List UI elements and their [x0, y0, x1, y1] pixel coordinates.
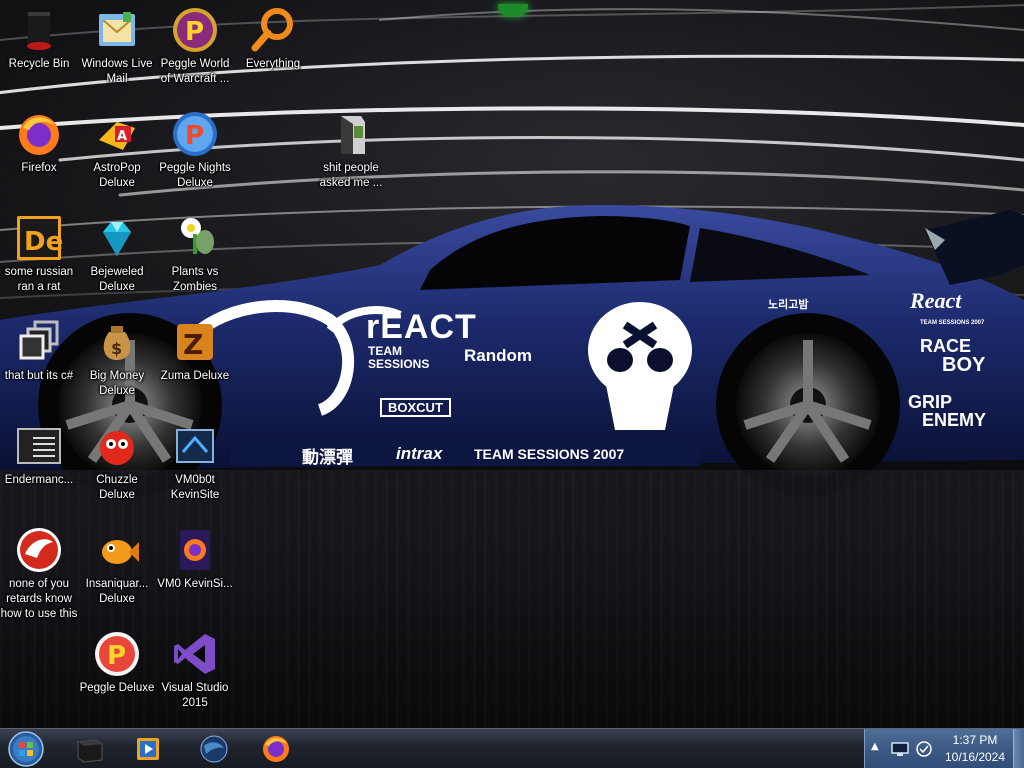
decal-react-rear: React	[910, 288, 962, 313]
svg-text:A: A	[117, 129, 127, 144]
desktop-icon-bejeweled-deluxe[interactable]: Bejeweled Deluxe	[78, 210, 156, 295]
peggle-icon: P	[173, 8, 217, 52]
desktop-icon-chuzzle-deluxe[interactable]: Chuzzle Deluxe	[78, 418, 156, 503]
recycle-bin-icon	[27, 12, 51, 50]
desktop-icon-vm0b0t-kevinsite[interactable]: VM0b0t KevinSite	[156, 418, 234, 503]
taskbar: ▲ 1:37 PM 10/16/2024	[0, 728, 1024, 768]
desktop-icon-some-russian-ran-a-rat[interactable]: De some russian ran a rat	[0, 210, 78, 295]
money-bag-icon: $	[103, 326, 131, 360]
svg-text:P: P	[185, 121, 204, 151]
action-center-icon[interactable]	[915, 741, 933, 757]
taskbar-button-media-player[interactable]	[124, 731, 172, 767]
taskbar-button-firefox[interactable]	[252, 731, 300, 767]
desktop-icon-recycle-bin[interactable]: Recycle Bin	[0, 2, 78, 72]
windows-orb-icon	[8, 731, 44, 767]
decal-korean: 노리고밤	[768, 298, 809, 311]
fish-icon	[102, 540, 139, 564]
desktop-icon-endermanch[interactable]: Endermanc...	[0, 418, 78, 488]
console-icon	[17, 428, 61, 464]
dragon-icon	[17, 528, 61, 572]
svg-text:P: P	[185, 17, 204, 47]
decal-intrax: intrax	[396, 444, 443, 463]
clock-time[interactable]: 1:37 PM	[939, 733, 1011, 747]
decal-team-sessions-2007: TEAM SESSIONS 2007	[474, 446, 625, 462]
start-button[interactable]	[6, 730, 46, 768]
firefox-icon	[19, 115, 59, 155]
desktop-icon-big-money-deluxe[interactable]: $ Big Money Deluxe	[78, 314, 156, 399]
show-hidden-icons-chevron[interactable]: ▲	[871, 741, 879, 752]
firefox-file-icon	[180, 530, 210, 570]
decal-random: Random	[464, 346, 532, 365]
plant-icon	[181, 218, 214, 254]
globe-icon	[200, 735, 228, 763]
system-tray: ▲ 1:37 PM 10/16/2024	[864, 729, 1024, 768]
desktop-icon-astropop-deluxe[interactable]: A AstroPop Deluxe	[78, 106, 156, 191]
desktop-icon-none-of-you[interactable]: none of you retards know how to use this	[0, 522, 78, 622]
decal-raceboy-2: BOY	[942, 354, 986, 376]
decal-react-rear-sub: TEAM SESSIONS 2007	[920, 320, 985, 326]
decal-boxcut: BOXCUT	[380, 398, 451, 417]
desktop-icon-peggle-deluxe[interactable]: P Peggle Deluxe	[78, 626, 156, 696]
desktop-icon-shit-people-asked-me[interactable]: shit people asked me ...	[312, 106, 390, 191]
mail-icon	[99, 12, 135, 46]
vm-app-icon	[176, 429, 214, 463]
top-indicator-light	[498, 4, 528, 16]
astropop-icon: A	[99, 122, 135, 150]
network-icon[interactable]	[891, 741, 909, 757]
decal-enemy: ENEMY	[922, 410, 987, 430]
desktop-icon-windows-live-mail[interactable]: Windows Live Mail	[78, 2, 156, 87]
desktop-icon-visual-studio-2015[interactable]: Visual Studio 2015	[156, 626, 234, 711]
magnifier-icon	[251, 8, 293, 52]
peggle-nights-icon: P	[173, 112, 217, 156]
desktop-icon-insaniquarium-deluxe[interactable]: Insaniquar... Deluxe	[78, 522, 156, 607]
desktop-icon-that-but-its-csharp[interactable]: that but its c#	[0, 314, 78, 384]
zuma-icon: Z	[177, 324, 213, 361]
taskbar-button-globe[interactable]	[190, 731, 238, 767]
svg-text:De: De	[24, 227, 63, 257]
taskbar-button-terminal[interactable]	[66, 731, 114, 767]
terminal-icon	[77, 739, 103, 763]
desktop-icon-everything[interactable]: Everything	[234, 2, 312, 72]
decal-react: rEACT	[366, 308, 477, 346]
svg-text:Z: Z	[183, 328, 203, 361]
de-app-icon: De	[17, 216, 63, 260]
stacked-windows-icon	[19, 320, 59, 360]
chuzzle-icon	[100, 431, 134, 465]
desktop-icon-zuma-deluxe[interactable]: Z Zuma Deluxe	[156, 314, 234, 384]
folder-icon	[341, 116, 365, 154]
firefox-icon	[263, 736, 289, 762]
decal-kanji: 動漂彈	[302, 448, 353, 468]
desktop-icon-firefox[interactable]: Firefox	[0, 106, 78, 176]
visual-studio-icon	[174, 634, 215, 674]
decal-team-sessions: TEAM SESSIONS	[368, 344, 430, 371]
desktop-icon-peggle-nights-deluxe[interactable]: P Peggle Nights Deluxe	[156, 106, 234, 191]
gem-icon	[103, 222, 131, 256]
media-player-icon	[137, 738, 159, 760]
peggle-icon: P	[95, 632, 139, 676]
desktop-icon-vm0-kevinsite[interactable]: VM0 KevinSi...	[156, 522, 234, 592]
svg-text:$: $	[111, 339, 122, 358]
desktop-icon-plants-vs-zombies[interactable]: Plants vs Zombies	[156, 210, 234, 295]
show-desktop-button[interactable]	[1013, 729, 1024, 768]
clock-date[interactable]: 10/16/2024	[939, 750, 1011, 764]
svg-text:P: P	[107, 641, 126, 671]
desktop-icon-peggle-world-of-warcraft[interactable]: P Peggle World of Warcraft ...	[156, 2, 234, 87]
